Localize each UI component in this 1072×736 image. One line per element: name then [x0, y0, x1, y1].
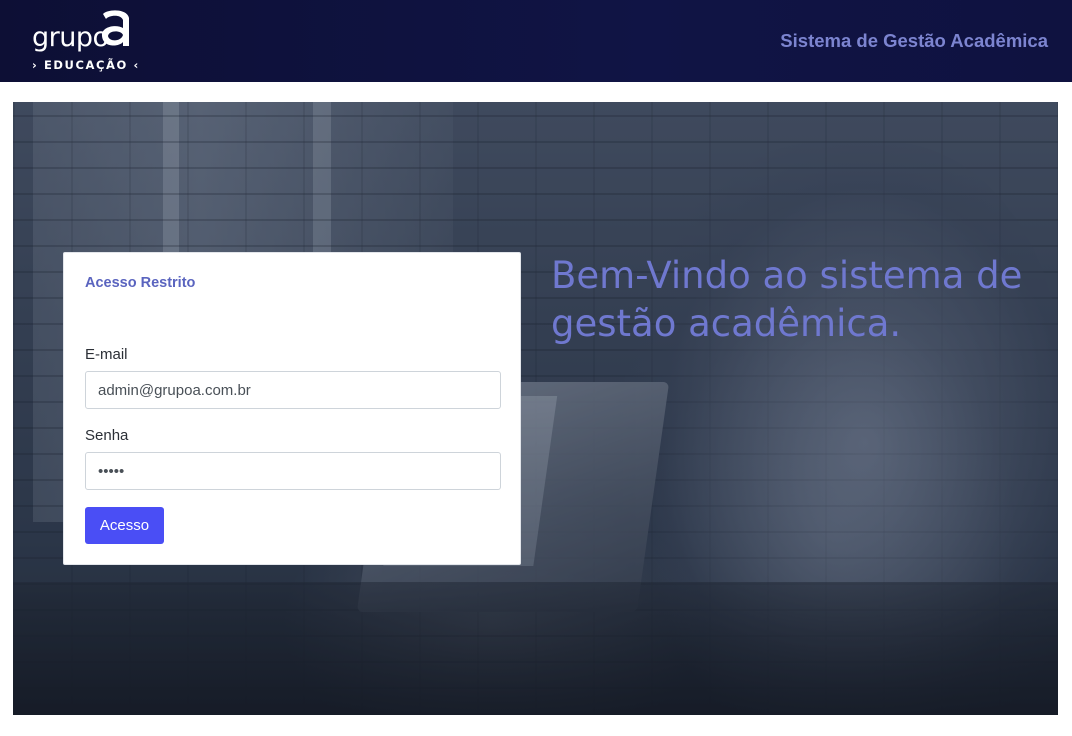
logo-wordmark: grupo [32, 22, 109, 53]
login-card: Acesso Restrito E-mail Senha Acesso [63, 252, 521, 565]
hero-banner: Acesso Restrito E-mail Senha Acesso Bem-… [13, 102, 1058, 715]
welcome-heading: Bem-Vindo ao sistema de gestão acadêmica… [551, 254, 1023, 345]
app-title: Sistema de Gestão Acadêmica [780, 30, 1048, 51]
email-label: E-mail [85, 346, 128, 363]
password-label: Senha [85, 427, 129, 444]
password-field[interactable] [85, 452, 501, 490]
email-field[interactable] [85, 371, 501, 409]
logo-a-glyph [101, 10, 129, 47]
login-button[interactable]: Acesso [85, 507, 164, 544]
grupo-a-logo[interactable]: grupo › EDUCAÇÃO ‹ [32, 8, 140, 72]
logo-subtitle: › EDUCAÇÃO ‹ [32, 58, 140, 72]
login-card-title: Acesso Restrito [85, 275, 196, 291]
top-navbar: grupo › EDUCAÇÃO ‹ Sistema de Gestão Aca… [0, 0, 1072, 82]
